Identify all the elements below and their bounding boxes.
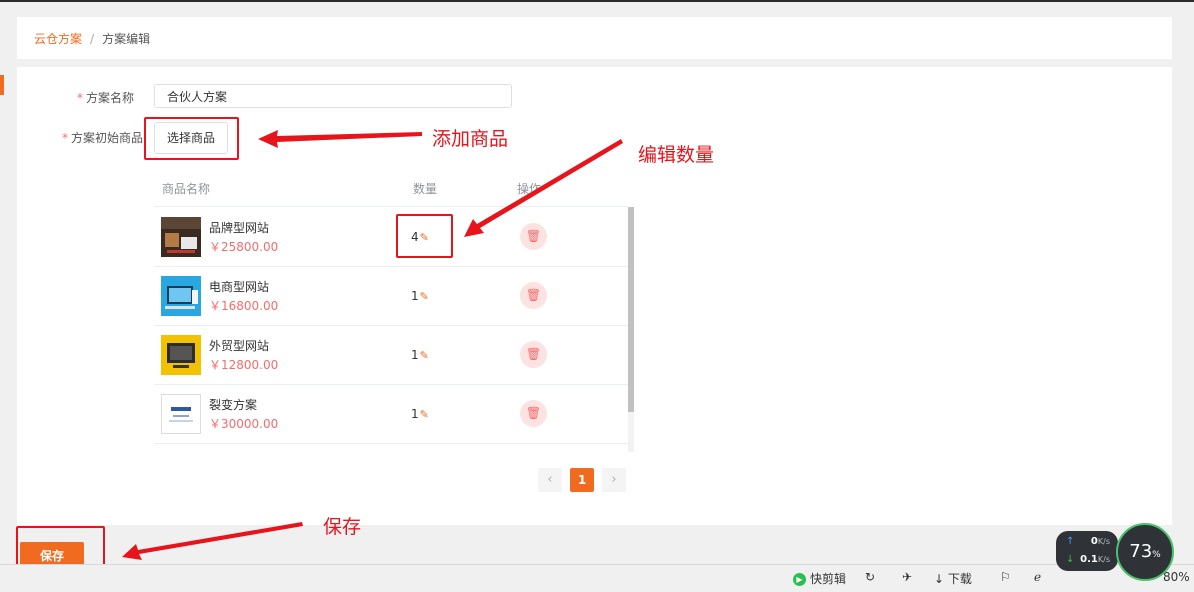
arrow-edit-quantity bbox=[464, 139, 623, 237]
annotation-arrows bbox=[122, 130, 623, 560]
upload-arrow-icon: ↑ bbox=[1066, 536, 1075, 547]
download-label: 下载 bbox=[947, 572, 972, 586]
zoom-level[interactable]: 80% bbox=[1163, 570, 1190, 584]
refresh-icon[interactable]: ↻ bbox=[865, 570, 875, 584]
cpu-usage-unit: % bbox=[1152, 550, 1161, 560]
quick-edit-label: 快剪辑 bbox=[810, 572, 847, 586]
upload-speed-unit: K/s bbox=[1097, 537, 1110, 546]
upload-speed: ↑ 0K/s bbox=[1066, 536, 1114, 547]
download-speed-unit: K/s bbox=[1097, 555, 1110, 564]
upload-speed-value: 0 bbox=[1090, 536, 1098, 547]
download-speed: ↓ 0.1K/s bbox=[1066, 554, 1114, 565]
browser-status-bar: ▶ 快剪辑 ↻ ✈ ↓ 下载 ⚐ ℯ 80% bbox=[0, 564, 1194, 592]
browser-icon[interactable]: ℯ bbox=[1034, 570, 1041, 584]
annotation-edit-quantity-text: 编辑数量 bbox=[638, 144, 715, 166]
download-arrow-icon: ↓ bbox=[934, 572, 948, 586]
cpu-usage-indicator: 73% bbox=[1116, 523, 1174, 581]
download-speed-value: 0.1 bbox=[1080, 554, 1098, 565]
annotation-save-text: 保存 bbox=[323, 516, 362, 538]
quick-edit-button[interactable]: ▶ 快剪辑 bbox=[793, 570, 846, 587]
play-icon: ▶ bbox=[793, 573, 806, 586]
download-button[interactable]: ↓ 下载 bbox=[934, 570, 972, 587]
annotation-add-goods-text: 添加商品 bbox=[432, 128, 509, 150]
arrow-save bbox=[122, 522, 303, 560]
network-speed-widget: ↑ 0K/s ↓ 0.1K/s bbox=[1056, 531, 1118, 571]
arrow-add-goods bbox=[258, 130, 422, 148]
pin-icon[interactable]: ✈ bbox=[902, 570, 912, 584]
cpu-usage-value: 73 bbox=[1129, 541, 1153, 562]
flag-icon[interactable]: ⚐ bbox=[1000, 570, 1011, 584]
download-speed-arrow-icon: ↓ bbox=[1066, 554, 1075, 565]
